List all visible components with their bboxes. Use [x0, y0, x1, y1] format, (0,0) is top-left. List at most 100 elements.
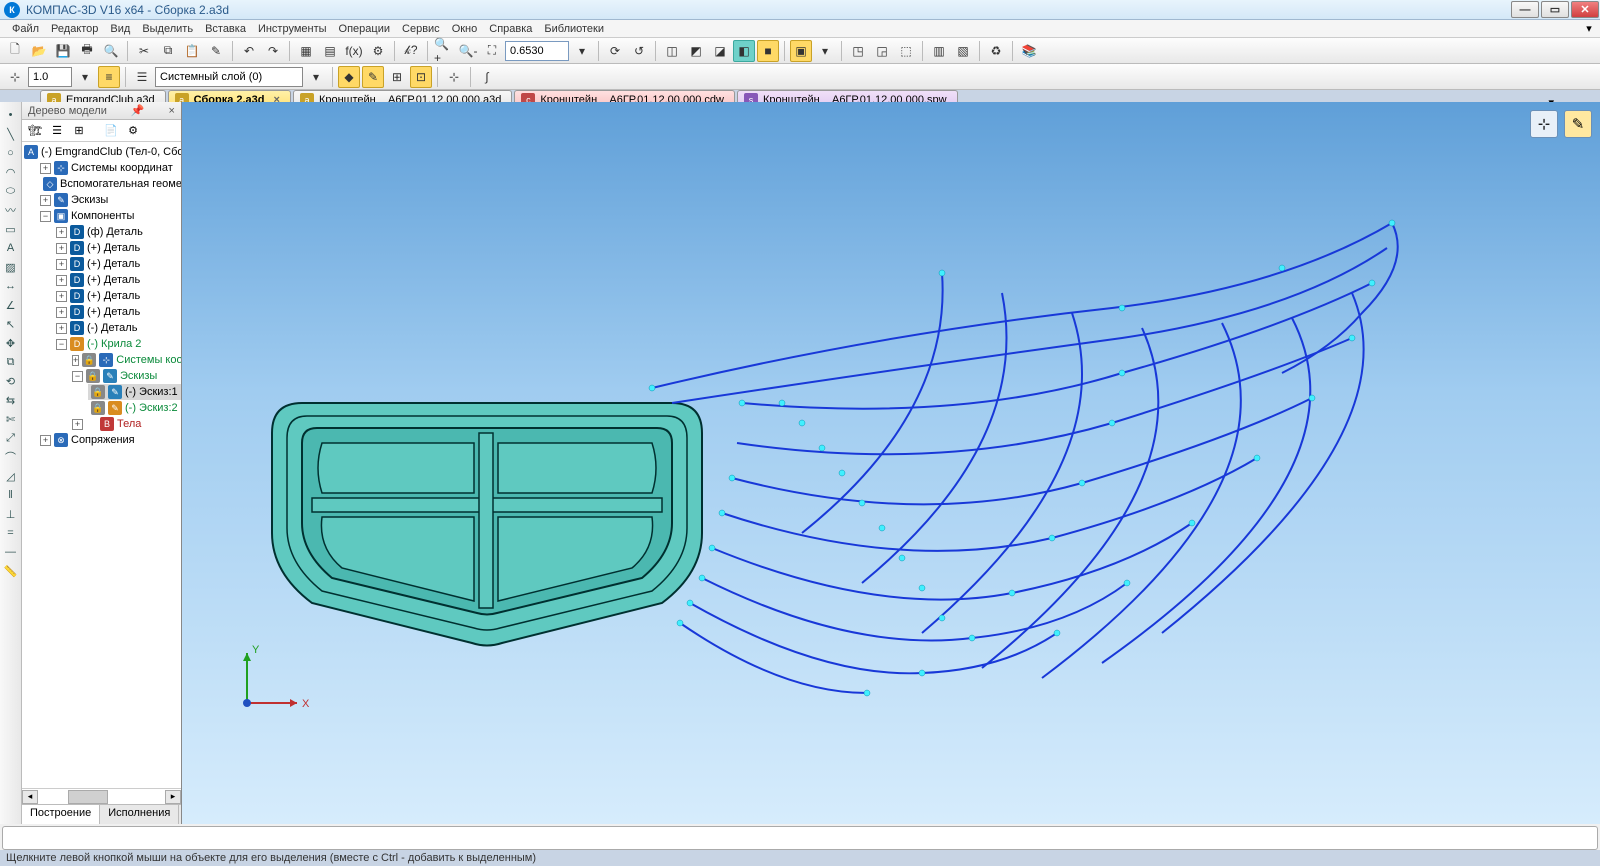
tool-spline[interactable]: 〰 [1, 201, 21, 219]
redo-button[interactable]: ↷ [262, 40, 284, 62]
menu-service[interactable]: Сервис [396, 22, 446, 36]
scroll-thumb[interactable] [68, 790, 108, 804]
rotate-button[interactable]: ↺ [628, 40, 650, 62]
node-sketches-top[interactable]: +✎Эскизы [40, 192, 181, 208]
zoom-fit-button[interactable]: ⛶ [481, 40, 503, 62]
zoom-in-button[interactable]: 🔍+ [433, 40, 455, 62]
3d-viewport[interactable]: X Y ⊹ ✎ [182, 102, 1600, 824]
menu-overflow[interactable]: ▾ [1584, 22, 1594, 35]
menu-editor[interactable]: Редактор [45, 22, 104, 36]
zoom-input[interactable] [505, 41, 569, 61]
menu-tools[interactable]: Инструменты [252, 22, 333, 36]
expand-icon[interactable]: + [40, 195, 51, 206]
maximize-button[interactable]: ▭ [1541, 1, 1569, 18]
tool-hatch[interactable]: ▨ [1, 258, 21, 276]
persp-drop[interactable]: ▾ [814, 40, 836, 62]
tab-build[interactable]: Построение [22, 805, 100, 824]
sk-intg[interactable]: ∫ [476, 66, 498, 88]
style-button[interactable]: ≡ [98, 66, 120, 88]
section-button[interactable]: ▥ [928, 40, 950, 62]
node-wing-sketches[interactable]: −🔒✎Эскизы [72, 368, 181, 384]
tool-select[interactable]: ↖ [1, 315, 21, 333]
tool-rotate[interactable]: ⟲ [1, 372, 21, 390]
lib-button[interactable]: 📚 [1018, 40, 1040, 62]
tool-dim[interactable]: ↔ [1, 277, 21, 295]
node-detail-p2[interactable]: +D(+) Деталь [56, 256, 181, 272]
node-detail-p4[interactable]: +D(+) Деталь [56, 288, 181, 304]
layer-combo[interactable] [155, 67, 303, 87]
pin-icon[interactable]: 📌 [131, 104, 145, 117]
tool-measure[interactable]: 📏 [1, 562, 21, 580]
command-line[interactable] [2, 826, 1598, 850]
view3-button[interactable]: ⬚ [895, 40, 917, 62]
thick-drop[interactable]: ▾ [74, 66, 96, 88]
node-detail-m[interactable]: +D(-) Деталь [56, 320, 181, 336]
tool-extend[interactable]: ⤢ [1, 429, 21, 447]
node-constraints[interactable]: +⊗Сопряжения [40, 432, 181, 448]
model-tree[interactable]: A (-) EmgrandClub (Тел-0, Сбор +⊹Системы… [22, 142, 181, 788]
node-wing-coord[interactable]: +🔒⊹Системы коорди [72, 352, 181, 368]
shaded-edges-button[interactable]: ◧ [733, 40, 755, 62]
open-button[interactable]: 📂 [28, 40, 50, 62]
collapse-icon[interactable]: − [40, 211, 51, 222]
tool-rect[interactable]: ▭ [1, 220, 21, 238]
var-button[interactable]: ⚙ [367, 40, 389, 62]
copy-button[interactable]: ⧉ [157, 40, 179, 62]
tree-root[interactable]: A (-) EmgrandClub (Тел-0, Сбор [24, 144, 181, 160]
layers-button[interactable]: ☰ [131, 66, 153, 88]
scroll-left[interactable]: ◂ [22, 790, 38, 804]
grid-button[interactable]: ⊹ [443, 66, 465, 88]
persp-button[interactable]: ▣ [790, 40, 812, 62]
zoom-dropdown[interactable]: ▾ [571, 40, 593, 62]
minimize-button[interactable]: — [1511, 1, 1539, 18]
orient-button[interactable]: ⊹ [1530, 110, 1558, 138]
thickness-input[interactable] [28, 67, 72, 87]
tool-constraint[interactable]: ⊥ [1, 505, 21, 523]
fx-button[interactable]: f(x) [343, 40, 365, 62]
wire-button[interactable]: ◫ [661, 40, 683, 62]
tab-exec[interactable]: Исполнения [100, 805, 179, 824]
zoom-out-button[interactable]: 🔍- [457, 40, 479, 62]
layer-drop[interactable]: ▾ [305, 66, 327, 88]
view1-button[interactable]: ◳ [847, 40, 869, 62]
refresh-button[interactable]: ⟳ [604, 40, 626, 62]
preview-button[interactable]: 🔍 [100, 40, 122, 62]
menu-view[interactable]: Вид [104, 22, 136, 36]
node-wing-bodies[interactable]: +BТела [72, 416, 181, 432]
tool-equal[interactable]: = [1, 524, 21, 542]
brush-button[interactable]: ✎ [205, 40, 227, 62]
paste-button[interactable]: 📋 [181, 40, 203, 62]
menu-select[interactable]: Выделить [136, 22, 199, 36]
tree-mode1[interactable]: 🏗 [26, 122, 44, 140]
menu-file[interactable]: Файл [6, 22, 45, 36]
tool-circle[interactable]: ○ [1, 144, 21, 162]
new-button[interactable]: 🗋 [4, 40, 26, 62]
print-button[interactable]: 🖶 [76, 40, 98, 62]
tool-mirror[interactable]: ⇆ [1, 391, 21, 409]
tree-scrollbar[interactable]: ◂ ▸ [22, 788, 181, 804]
snap1-button[interactable]: ◆ [338, 66, 360, 88]
grid2-button[interactable]: ▤ [319, 40, 341, 62]
snap2-button[interactable]: ✎ [362, 66, 384, 88]
tool-copy[interactable]: ⧉ [1, 353, 21, 371]
node-aux-geom[interactable]: ◇Вспомогательная геомет [40, 176, 181, 192]
tool-fillet[interactable]: ⌒ [1, 448, 21, 466]
node-components[interactable]: −▣Компоненты [40, 208, 181, 224]
hidden-button[interactable]: ◩ [685, 40, 707, 62]
sketch-exit-button[interactable]: ✎ [1564, 110, 1592, 138]
node-coord-sys[interactable]: +⊹Системы координат [40, 160, 181, 176]
tool-arc[interactable]: ◠ [1, 163, 21, 181]
scroll-right[interactable]: ▸ [165, 790, 181, 804]
tool-angle[interactable]: ∠ [1, 296, 21, 314]
undo-button[interactable]: ↶ [238, 40, 260, 62]
menu-libraries[interactable]: Библиотеки [538, 22, 610, 36]
tool-line[interactable]: ╲ [1, 125, 21, 143]
node-detail-p3[interactable]: +D(+) Деталь [56, 272, 181, 288]
node-sketch2[interactable]: 🔒✎(-) Эскиз:2 [88, 400, 181, 416]
tool-hline[interactable]: — [1, 543, 21, 561]
tool-point[interactable]: • [1, 106, 21, 124]
help-button[interactable]: 𝓀? [400, 40, 422, 62]
tool-text[interactable]: A [1, 239, 21, 257]
tool-offset[interactable]: ‖ [1, 486, 21, 504]
coord-button[interactable]: ⊹ [4, 66, 26, 88]
